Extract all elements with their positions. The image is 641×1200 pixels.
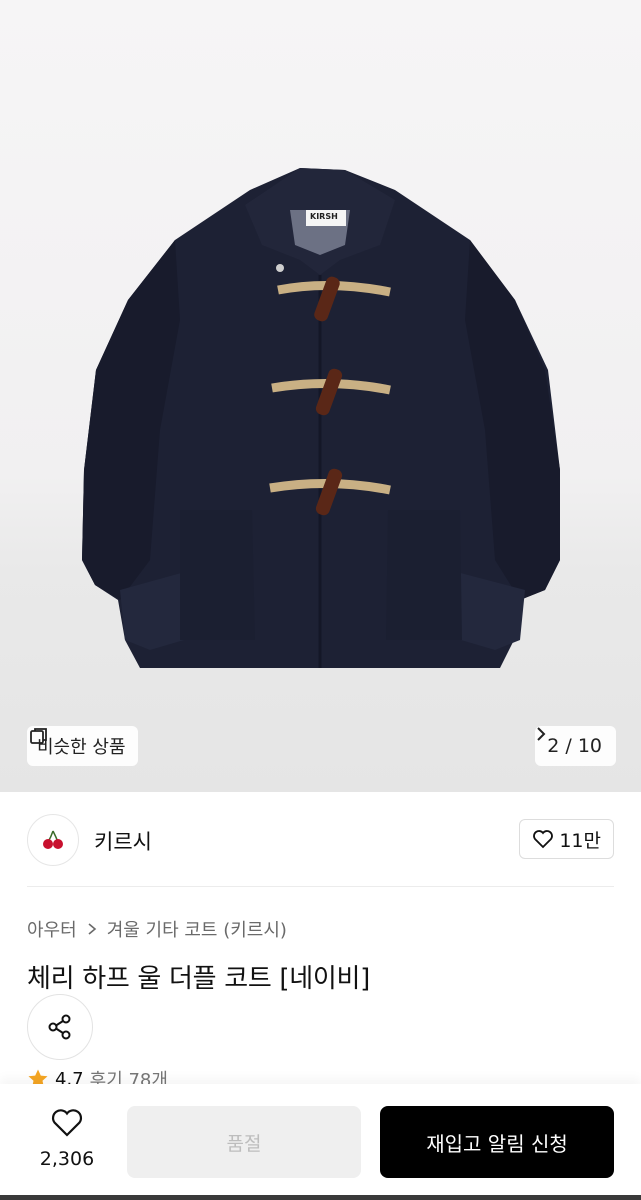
- image-pager[interactable]: 2 / 10: [535, 726, 616, 766]
- breadcrumb-item[interactable]: 겨울 기타 코트 (키르시): [107, 916, 287, 942]
- heart-icon: [533, 830, 554, 849]
- brand-logo[interactable]: [27, 814, 79, 866]
- jacket-brand-tag: KIRSH: [310, 212, 338, 221]
- brand-row: 키르시 11만: [0, 808, 641, 886]
- copy-icon: [30, 728, 47, 744]
- chevron-right-icon: [537, 727, 546, 741]
- bottom-action-bar: 2,306 품절 재입고 알림 신청: [0, 1084, 641, 1200]
- similar-products-label: 비슷한 상품: [37, 737, 126, 758]
- wishlist-count: 2,306: [39, 1148, 95, 1170]
- brand-name[interactable]: 키르시: [94, 826, 152, 856]
- heart-icon: [51, 1109, 83, 1137]
- restock-alert-button[interactable]: 재입고 알림 신청: [380, 1106, 614, 1178]
- pager-text: 2 / 10: [547, 735, 602, 757]
- product-image-gallery[interactable]: KIRSH 비슷한 상품 2 / 10: [0, 0, 641, 792]
- breadcrumb-item[interactable]: 아우터: [27, 916, 77, 942]
- cherry-icon: [43, 830, 63, 849]
- divider: [27, 886, 614, 887]
- similar-products-button[interactable]: 비슷한 상품: [27, 726, 138, 766]
- brand-like-count: 11만: [559, 829, 601, 852]
- soldout-button: 품절: [127, 1106, 361, 1178]
- product-image-duffle-coat: [82, 168, 560, 668]
- breadcrumb: 아우터 겨울 기타 코트 (키르시): [27, 916, 287, 942]
- share-button[interactable]: [27, 994, 93, 1060]
- share-icon: [48, 1014, 71, 1040]
- wishlist-button[interactable]: 2,306: [30, 1108, 104, 1170]
- product-title: 체리 하프 울 더플 코트 [네이비]: [27, 964, 370, 994]
- home-indicator: [0, 1195, 641, 1200]
- brand-like-button[interactable]: 11만: [519, 819, 614, 859]
- chevron-right-icon: [88, 923, 96, 935]
